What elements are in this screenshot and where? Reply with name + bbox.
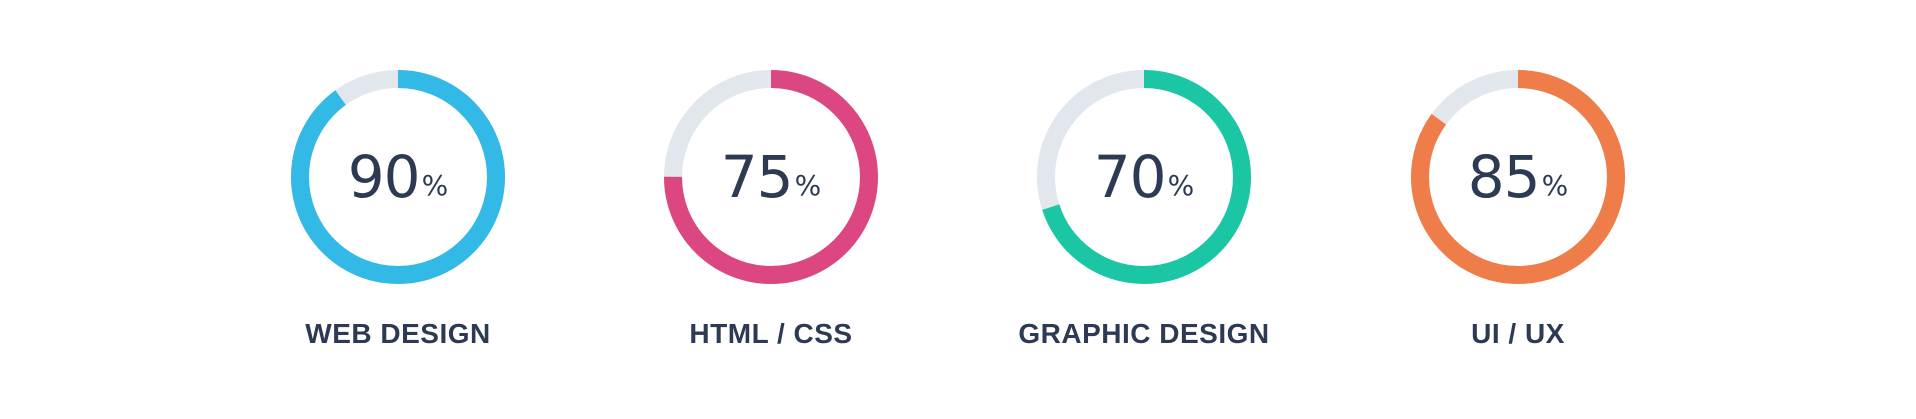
percent-value: 75 [720, 143, 794, 211]
percent-value: 90 [347, 143, 421, 211]
skill-label: GRAPHIC DESIGN [1018, 318, 1270, 349]
progress-ring: 90% [291, 70, 505, 284]
percent-unit: % [421, 169, 449, 202]
skill-ui-ux: 85% UI / UX [1368, 70, 1668, 370]
skill-graphic-design: 70% GRAPHIC DESIGN [994, 70, 1294, 370]
percent-readout: 70% [1037, 70, 1251, 284]
progress-ring: 70% [1037, 70, 1251, 284]
percent-value: 85 [1467, 143, 1541, 211]
progress-ring: 75% [664, 70, 878, 284]
percent-readout: 85% [1411, 70, 1625, 284]
percent-unit: % [794, 169, 822, 202]
skill-label: WEB DESIGN [305, 318, 491, 349]
progress-ring: 85% [1411, 70, 1625, 284]
percent-readout: 75% [664, 70, 878, 284]
percent-unit: % [1167, 169, 1195, 202]
skill-web-design: 90% WEB DESIGN [248, 70, 548, 370]
skill-label: UI / UX [1471, 318, 1565, 349]
percent-unit: % [1541, 169, 1569, 202]
percent-value: 70 [1093, 143, 1167, 211]
skill-label: HTML / CSS [689, 318, 853, 349]
skills-section: 90% WEB DESIGN 75% HTML / CSS 70% GRAPHI… [0, 0, 1916, 419]
skill-html-css: 75% HTML / CSS [621, 70, 921, 370]
percent-readout: 90% [291, 70, 505, 284]
